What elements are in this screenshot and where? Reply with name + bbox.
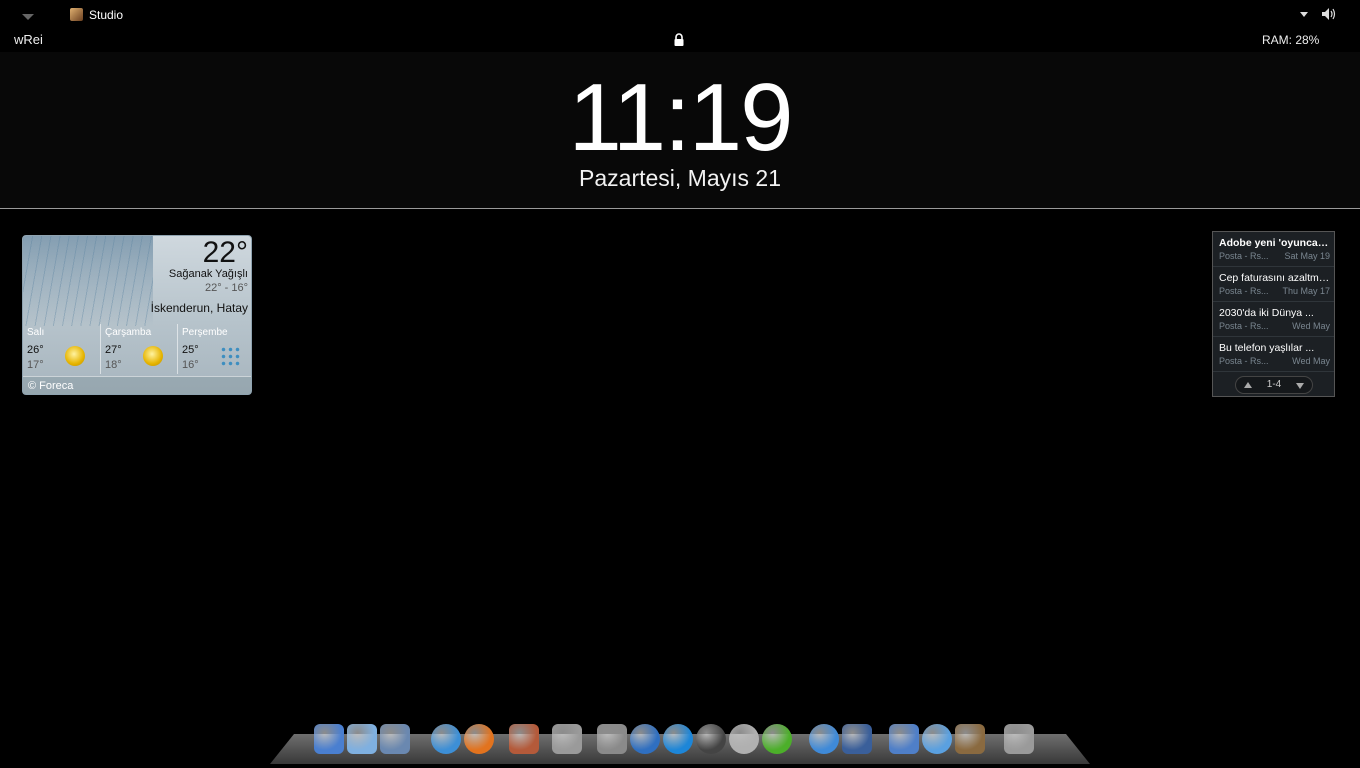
- news-source: Posta - Rs...: [1219, 356, 1269, 366]
- forecast-low: 17°: [27, 359, 44, 371]
- forecast-day-name: Salı: [27, 327, 45, 338]
- news-title: Adobe yeni 'oyuncağını...: [1219, 237, 1331, 249]
- quicktime-icon[interactable]: [663, 724, 693, 754]
- news-feed-widget: Adobe yeni 'oyuncağını... Posta - Rs... …: [1212, 231, 1335, 397]
- forecast-high: 27°: [105, 344, 122, 356]
- news-source: Posta - Rs...: [1219, 321, 1269, 331]
- news-item[interactable]: Cep faturasını azaltmak... Posta - Rs...…: [1213, 267, 1334, 302]
- itunes-icon[interactable]: [922, 724, 952, 754]
- sun-icon: [143, 346, 163, 366]
- forecast-high: 25°: [182, 344, 199, 356]
- sun-icon: [65, 346, 85, 366]
- clock-panel: 11:19 Pazartesi, Mayıs 21: [0, 52, 1360, 209]
- chevron-down-icon[interactable]: [1296, 383, 1304, 389]
- dock: [310, 720, 1050, 760]
- user-name[interactable]: wRei: [14, 32, 43, 47]
- showers-icon: [220, 346, 240, 366]
- news-source: Posta - Rs...: [1219, 251, 1269, 261]
- news-title: Bu telefon yaşlılar ...: [1219, 342, 1315, 354]
- forecast-days: Salı 26° 17° Çarşamba 27° 18° Perşembe 2…: [23, 324, 251, 376]
- finder-icon[interactable]: [314, 724, 344, 754]
- weather-widget[interactable]: 22° Sağanak Yağışlı 22° - 16° İskenderun…: [22, 235, 252, 395]
- weather-condition: Sağanak Yağışlı: [168, 268, 248, 280]
- news-source: Posta - Rs...: [1219, 286, 1269, 296]
- photos-icon[interactable]: [509, 724, 539, 754]
- rain-background: [23, 236, 153, 326]
- news-pager: 1-4: [1235, 376, 1313, 394]
- news-item[interactable]: Bu telefon yaşlılar ... Posta - Rs... We…: [1213, 337, 1334, 372]
- iphoto-icon[interactable]: [955, 724, 985, 754]
- forecast-high: 26°: [27, 344, 44, 356]
- weather-footer: © Foreca: [23, 376, 251, 394]
- news-item[interactable]: Adobe yeni 'oyuncağını... Posta - Rs... …: [1213, 232, 1334, 267]
- forecast-low: 18°: [105, 359, 122, 371]
- rocket-icon[interactable]: [889, 724, 919, 754]
- news-date: Sat May 19: [1284, 251, 1330, 261]
- clock-time: 11:19: [568, 64, 793, 171]
- movie-icon[interactable]: [842, 724, 872, 754]
- trash-icon[interactable]: [1004, 724, 1034, 754]
- news-title: Cep faturasını azaltmak...: [1219, 272, 1331, 284]
- news-item[interactable]: 2030'da iki Dünya ... Posta - Rs... Wed …: [1213, 302, 1334, 337]
- news-title: 2030'da iki Dünya ...: [1219, 307, 1314, 319]
- news-date: Thu May 17: [1282, 286, 1330, 296]
- forecast-day: Çarşamba 27° 18°: [100, 324, 177, 374]
- news-date: Wed May: [1292, 321, 1330, 331]
- dashboard-icon[interactable]: [696, 724, 726, 754]
- lock-icon[interactable]: [673, 33, 685, 47]
- temperature-range: 22° - 16°: [204, 282, 248, 294]
- volume-icon[interactable]: [1321, 7, 1337, 21]
- ram-usage: RAM: 28%: [1262, 33, 1320, 47]
- dropdown-arrow-icon[interactable]: [22, 14, 34, 20]
- gamepad-icon[interactable]: [552, 724, 582, 754]
- forecast-low: 16°: [182, 359, 199, 371]
- weather-credit[interactable]: © Foreca: [28, 380, 73, 392]
- weather-location: İskenderun, Hatay: [150, 301, 248, 315]
- news-date: Wed May: [1292, 356, 1330, 366]
- clock-date: Pazartesi, Mayıs 21: [579, 165, 781, 191]
- forecast-day-name: Perşembe: [182, 327, 228, 338]
- utorrent-icon[interactable]: [762, 724, 792, 754]
- app-name[interactable]: Studio: [89, 8, 123, 22]
- display-icon[interactable]: [347, 724, 377, 754]
- firefox-icon[interactable]: [464, 724, 494, 754]
- back-icon[interactable]: [729, 724, 759, 754]
- current-temperature: 22°: [202, 236, 248, 269]
- menu-chevron-down-icon[interactable]: [1300, 12, 1308, 17]
- migration-icon[interactable]: [380, 724, 410, 754]
- forecast-day-name: Çarşamba: [105, 327, 152, 338]
- top-bar: Studio: [0, 0, 1360, 30]
- ichat-icon[interactable]: [809, 724, 839, 754]
- system-preferences-icon[interactable]: [597, 724, 627, 754]
- safari-icon[interactable]: [431, 724, 461, 754]
- forecast-day: Perşembe 25° 16°: [177, 324, 251, 374]
- sync-icon[interactable]: [630, 724, 660, 754]
- forecast-day: Salı 26° 17°: [23, 324, 100, 374]
- studio-app-icon: [70, 8, 83, 21]
